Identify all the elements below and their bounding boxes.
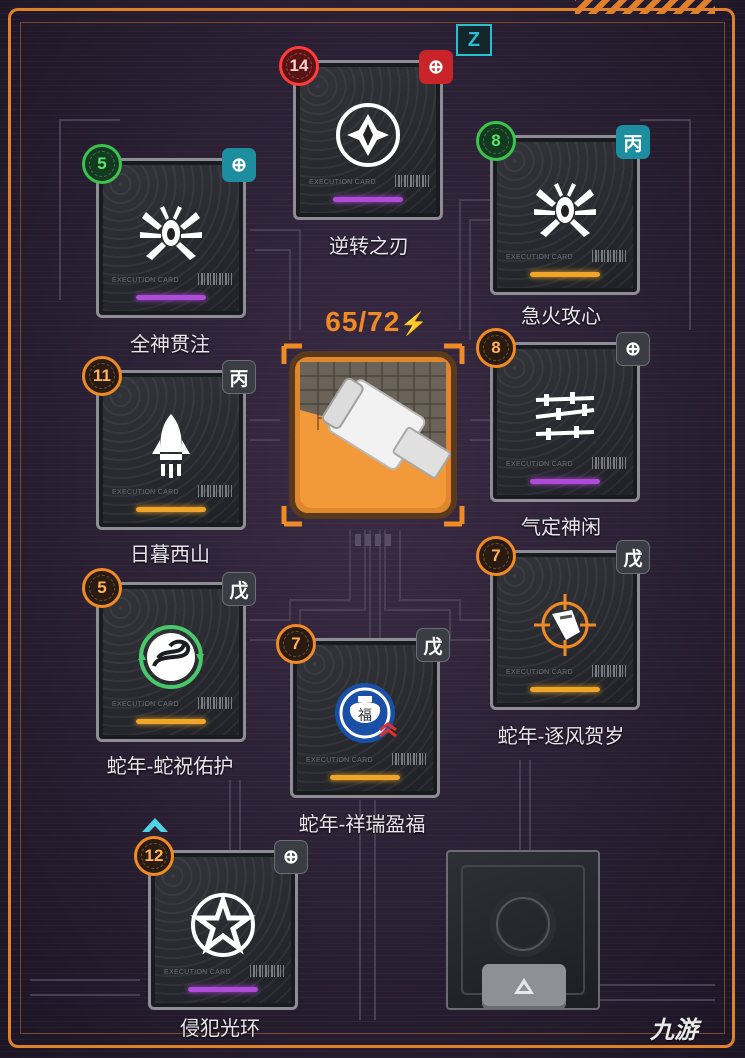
barcode (395, 175, 429, 187)
barcode (250, 965, 284, 977)
execution-card[interactable]: EXECUTION CARD (96, 370, 246, 530)
card-slot-type-icon: ⊕ (222, 148, 256, 182)
card-name-label: 全神贯注 (130, 334, 210, 356)
card-name-label: 急火攻心 (521, 306, 601, 328)
rocket-icon (152, 414, 190, 478)
triangle-icon (514, 978, 534, 994)
add-card-button[interactable] (482, 964, 566, 1010)
card-slot-type-icon: ⊕ (274, 840, 308, 874)
card-caption: EXECUTION CARD (506, 669, 573, 676)
usb-stick-icon (281, 343, 465, 527)
crosshair-icon (534, 594, 596, 656)
diamond-circle-icon (336, 103, 400, 167)
card-caption: EXECUTION CARD (164, 969, 231, 976)
fortune-bag-icon: 福 (335, 683, 397, 743)
execution-card[interactable]: EXECUTION CARD (490, 135, 640, 295)
execution-card[interactable]: EXECUTION CARD (96, 582, 246, 742)
card-cost-badge: 7 (476, 536, 516, 576)
card-cost-badge: 5 (82, 568, 122, 608)
watermark-logo: 九游 (650, 1017, 698, 1044)
rarity-bar (530, 479, 600, 484)
barcode (592, 665, 626, 677)
card-slot-type-icon: 戊 (416, 628, 450, 662)
lightning-icon: ⚡ (400, 311, 429, 336)
card-slot-type-icon: 戊 (616, 540, 650, 574)
barcode (198, 273, 232, 285)
execution-card[interactable]: 福 EXECUTION CARD (290, 638, 440, 798)
rarity-bar (530, 687, 600, 692)
execution-card[interactable]: EXECUTION CARD (490, 342, 640, 502)
card-caption: EXECUTION CARD (112, 277, 179, 284)
card-caption: EXECUTION CARD (306, 757, 373, 764)
spider-icon (534, 183, 596, 237)
card-caption: EXECUTION CARD (309, 179, 376, 186)
execution-card[interactable]: EXECUTION CARD (148, 850, 298, 1010)
card-name-label: 逆转之刃 (329, 236, 409, 258)
rarity-bar (188, 987, 258, 992)
barcode (198, 697, 232, 709)
rarity-bar (530, 272, 600, 277)
upgrade-arrow-icon (142, 818, 168, 832)
card-slot-type-icon: 丙 (616, 125, 650, 159)
execution-card[interactable]: EXECUTION CARD (293, 60, 443, 220)
card-name-label: 蛇年-祥瑞盈福 (298, 814, 426, 836)
card-cost-badge: 7 (276, 624, 316, 664)
rarity-bar (136, 295, 206, 300)
star-circle-icon (190, 892, 256, 957)
rarity-bar (136, 507, 206, 512)
card-cost-badge: 14 (279, 46, 319, 86)
svg-text:福: 福 (358, 708, 372, 724)
card-caption: EXECUTION CARD (112, 701, 179, 708)
barbed-wire-icon (535, 392, 595, 440)
card-caption: EXECUTION CARD (506, 461, 573, 468)
rarity-bar (333, 197, 403, 202)
card-slot-type-icon: 丙 (222, 360, 256, 394)
card-name-label: 日暮西山 (130, 544, 210, 566)
energy-value: 65/72 (325, 306, 401, 337)
energy-counter: 65/72⚡ (322, 306, 432, 338)
card-loadout-screen: Z 65/72⚡ EXECUTION CARD 14 ⊕ 逆转之刃 EXECUTION … (0, 0, 745, 1058)
barcode (592, 457, 626, 469)
card-name-label: 蛇年-蛇祝佑护 (106, 756, 234, 778)
rarity-bar (330, 775, 400, 780)
rarity-bar (136, 719, 206, 724)
card-slot-type-icon: ⊕ (419, 50, 453, 84)
sleep-badge: Z (456, 24, 492, 56)
barcode (592, 250, 626, 262)
card-caption: EXECUTION CARD (112, 489, 179, 496)
execution-card[interactable]: EXECUTION CARD (96, 158, 246, 318)
barcode (392, 753, 426, 765)
card-caption: EXECUTION CARD (506, 254, 573, 261)
spider-icon (140, 206, 202, 260)
execution-card[interactable]: EXECUTION CARD (490, 550, 640, 710)
equipped-item-slot[interactable] (278, 340, 468, 530)
card-slot-type-icon: 戊 (222, 572, 256, 606)
card-cost-badge: 5 (82, 144, 122, 184)
card-name-label: 侵犯光环 (180, 1018, 260, 1040)
card-name-label: 蛇年-逐风贺岁 (497, 726, 625, 748)
barcode (198, 485, 232, 497)
card-slot-type-icon: ⊕ (616, 332, 650, 366)
card-cost-badge: 11 (82, 356, 122, 396)
snake-circle-icon (138, 625, 204, 689)
card-cost-badge: 12 (134, 836, 174, 876)
card-cost-badge: 8 (476, 328, 516, 368)
card-cost-badge: 8 (476, 121, 516, 161)
